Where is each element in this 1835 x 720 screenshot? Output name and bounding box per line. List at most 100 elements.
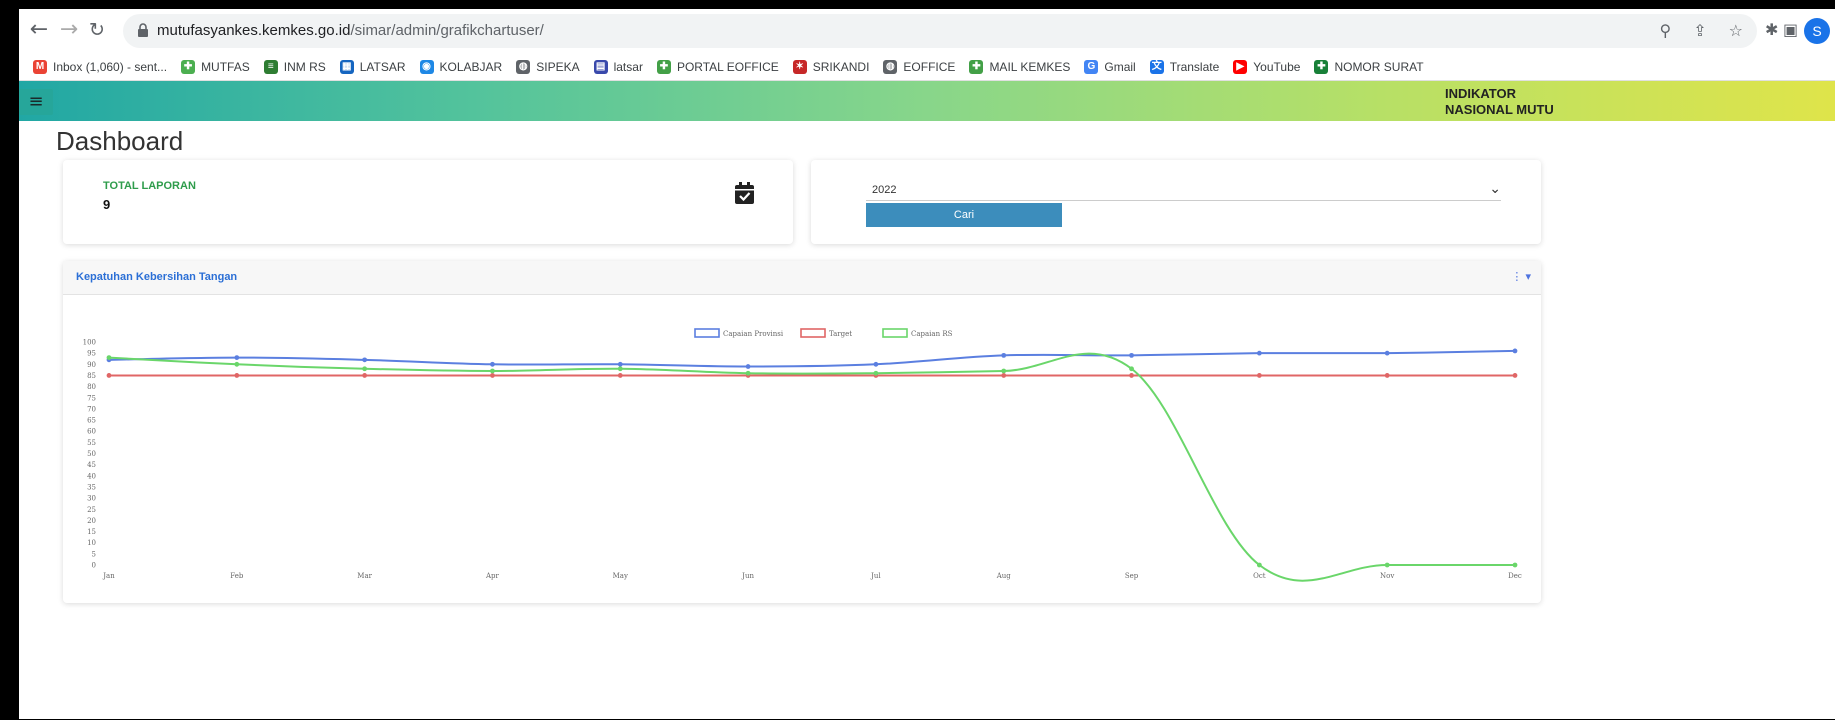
reload-icon[interactable]: ↻	[85, 19, 109, 43]
back-icon[interactable]: ←	[27, 19, 51, 43]
bookmark-item[interactable]: ✚ MAIL KEMKES	[969, 59, 1071, 74]
bookmark-label: Gmail	[1104, 59, 1136, 74]
chart-header: Kepatuhan Kebersihan Tangan ⋮ ▾	[63, 261, 1541, 295]
url-text: mutufasyankes.kemkes.go.id/simar/admin/g…	[157, 22, 544, 39]
side-panel-icon[interactable]: ▣	[1783, 20, 1798, 39]
chart-menu-icon[interactable]: ⋮ ▾	[1511, 270, 1531, 283]
y-tick-label: 60	[87, 428, 96, 436]
share-icon[interactable]: ⇪	[1693, 21, 1706, 40]
nomor-surat-icon: ✚	[1314, 59, 1329, 74]
data-point	[1001, 352, 1007, 358]
data-point	[106, 373, 112, 378]
inm-icon: ≡	[263, 59, 278, 74]
bookmark-item[interactable]: ✶ SRIKANDI	[792, 59, 869, 74]
bookmark-item[interactable]: G Gmail	[1084, 59, 1136, 74]
forward-icon[interactable]: →	[57, 19, 81, 43]
total-report-label: TOTAL LAPORAN	[103, 180, 196, 192]
url-host: mutufasyankes.kemkes.go.id	[157, 22, 351, 39]
y-tick-label: 40	[87, 472, 96, 480]
bookmark-label: NOMOR SURAT	[1334, 59, 1424, 74]
y-tick-label: 70	[87, 405, 96, 413]
legend-swatch	[882, 328, 908, 338]
extensions-icon[interactable]: ✱	[1765, 20, 1778, 39]
year-select-value: 2022	[872, 184, 897, 196]
data-point	[1384, 562, 1390, 568]
data-point	[873, 361, 879, 367]
y-tick-label: 80	[87, 383, 96, 391]
data-point	[1512, 373, 1518, 378]
y-tick-label: 10	[87, 539, 96, 547]
latsar-icon: ▦	[339, 59, 354, 74]
data-point	[490, 361, 495, 367]
bookmark-item[interactable]: ▤ latsar	[593, 59, 643, 74]
bookmark-item[interactable]: ◍ SIPEKA	[516, 59, 580, 74]
bookmark-item[interactable]: 文 Translate	[1149, 59, 1219, 74]
gmail-icon: M	[33, 59, 47, 74]
zoom-icon[interactable]: ⚲	[1660, 21, 1672, 40]
bookmark-item[interactable]: ▦ LATSAR	[339, 59, 406, 74]
profile-avatar[interactable]: S	[1804, 18, 1830, 44]
kemkes-icon: ✚	[181, 59, 196, 74]
globe-icon: ◍	[516, 59, 531, 74]
calendar-check-icon	[735, 182, 754, 204]
translate-icon: 文	[1149, 59, 1164, 74]
menu-toggle-icon[interactable]: ≡	[19, 89, 53, 115]
kemkes-icon: ✚	[656, 59, 671, 74]
bookmark-label: Inbox (1,060) - sent...	[53, 59, 168, 74]
y-tick-label: 65	[87, 417, 96, 425]
bookmark-item[interactable]: ▶ YouTube	[1233, 59, 1300, 74]
x-tick-label: Oct	[1253, 572, 1266, 580]
google-icon: G	[1084, 59, 1099, 74]
data-point	[1129, 373, 1134, 378]
bookmark-item[interactable]: ≡ INM RS	[263, 59, 326, 74]
bookmark-label: INM RS	[283, 59, 326, 74]
y-tick-label: 100	[83, 339, 96, 347]
y-tick-label: 85	[87, 372, 96, 380]
bookmark-item[interactable]: ✚ PORTAL EOFFICE	[656, 59, 779, 74]
bookmark-item[interactable]: ✚ MUTFAS	[181, 59, 250, 74]
bookmark-label: MUTFAS	[201, 59, 250, 74]
data-point	[234, 373, 240, 378]
bookmark-item[interactable]: ✚ NOMOR SURAT	[1314, 59, 1424, 74]
data-point	[1256, 373, 1262, 378]
bookmark-label: LATSAR	[359, 59, 406, 74]
browser-toolbar: ← → ↻ mutufasyankes.kemkes.go.id/simar/a…	[19, 9, 1835, 53]
data-point	[362, 357, 368, 363]
browser-window: ← → ↻ mutufasyankes.kemkes.go.id/simar/a…	[19, 9, 1835, 719]
data-point	[234, 355, 240, 361]
y-tick-label: 15	[87, 528, 96, 536]
year-select[interactable]: 2022 ⌄	[866, 177, 1501, 201]
y-tick-label: 50	[87, 450, 96, 458]
data-point	[1129, 352, 1134, 358]
latsar-square-icon: ▤	[593, 59, 608, 74]
line-chart: 0 5 10 15 20 25 30 35 40 45 50 55 60 65 70 75 80 85 90 95 10…	[83, 328, 1522, 582]
data-point	[1384, 350, 1390, 356]
bookmark-item[interactable]: M Inbox (1,060) - sent...	[33, 59, 168, 74]
legend-label: Target	[829, 330, 852, 338]
search-button[interactable]: Cari	[866, 203, 1062, 227]
x-tick-label: Apr	[485, 572, 500, 580]
data-point	[490, 368, 495, 374]
data-point	[617, 373, 623, 378]
srikandi-icon: ✶	[792, 59, 807, 74]
y-tick-label: 75	[87, 394, 96, 402]
x-tick-label: Dec	[1508, 572, 1522, 580]
bookmark-label: MAIL KEMKES	[989, 59, 1071, 74]
address-bar[interactable]: mutufasyankes.kemkes.go.id/simar/admin/g…	[123, 14, 1757, 48]
kemkes-icon: ✚	[969, 59, 984, 74]
data-point	[1512, 348, 1518, 354]
y-tick-label: 55	[87, 439, 96, 447]
x-tick-label: Jun	[741, 572, 754, 580]
data-point	[1384, 373, 1390, 378]
x-tick-label: Jan	[102, 572, 115, 580]
y-tick-label: 45	[87, 461, 96, 469]
data-point	[1001, 373, 1007, 378]
bookmark-item[interactable]: ◍ EOFFICE	[883, 59, 955, 74]
x-tick-label: Nov	[1380, 572, 1394, 580]
bookmarks-bar: M Inbox (1,060) - sent... ✚ MUTFAS ≡ INM RS ▦ L…	[19, 53, 1835, 81]
star-icon[interactable]: ☆	[1729, 21, 1743, 40]
filter-card: 2022 ⌄ Cari	[811, 160, 1541, 244]
bookmark-item[interactable]: ◉ KOLABJAR	[419, 59, 502, 74]
y-tick-label: 20	[87, 517, 96, 525]
series-line	[108, 352, 1515, 582]
